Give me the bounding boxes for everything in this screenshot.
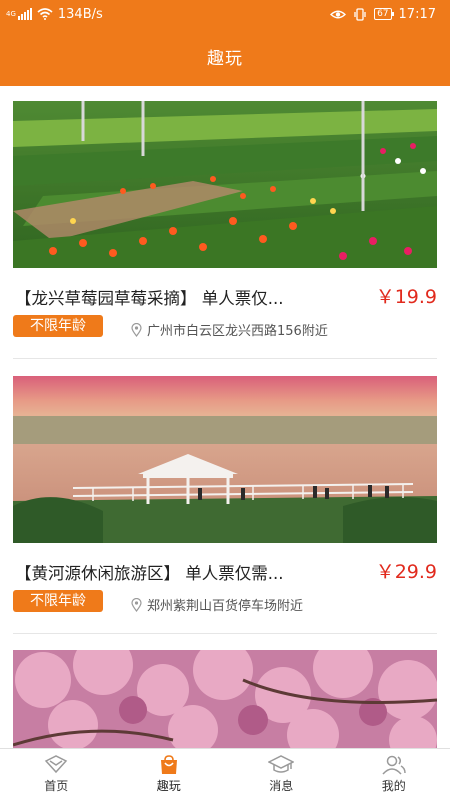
wifi-icon	[37, 8, 53, 20]
card-price: ￥19.9	[375, 286, 437, 308]
eye-icon	[330, 10, 347, 18]
clock: 17:17	[398, 6, 436, 22]
activity-card[interactable]: 【黄河源休闲旅游区】 单人票仅需... ￥29.9 不限年龄 郑州紫荆山百货停车…	[13, 376, 437, 634]
profile-icon	[382, 755, 406, 775]
fun-bag-icon	[160, 755, 177, 774]
card-title[interactable]: 【黄河源休闲旅游区】 单人票仅需...	[15, 560, 355, 584]
age-tag: 不限年龄	[13, 315, 103, 337]
card-location: 郑州紫荆山百货停车场附近	[131, 595, 303, 614]
network-speed: 134B/s	[57, 6, 103, 22]
card-divider	[13, 633, 437, 634]
vibrate-icon	[354, 7, 366, 21]
home-icon	[45, 755, 68, 774]
status-bar: 4G 134B/s 67 17:17	[0, 0, 450, 28]
bottom-tab-bar: 首页 趣玩 消息 我的	[0, 748, 450, 800]
lakeside-gazebo-image	[13, 376, 437, 543]
location-text: 郑州紫荆山百货停车场附近	[147, 599, 304, 614]
location-pin-icon	[131, 597, 142, 612]
network-type: 4G	[6, 10, 16, 18]
card-image[interactable]	[13, 650, 437, 748]
tab-label: 消息	[269, 779, 294, 793]
message-icon	[268, 755, 295, 773]
card-location: 广州市白云区龙兴西路156附近	[131, 320, 328, 339]
activity-card[interactable]	[13, 650, 437, 748]
age-tag: 不限年龄	[13, 590, 103, 612]
card-title[interactable]: 【龙兴草莓园草莓采摘】 单人票仅...	[15, 285, 355, 309]
location-text: 广州市白云区龙兴西路156附近	[147, 324, 328, 339]
activity-card[interactable]: 【龙兴草莓园草莓采摘】 单人票仅... ￥19.9 不限年龄 广州市白云区龙兴西…	[13, 101, 437, 359]
card-divider	[13, 358, 437, 359]
tab-home[interactable]: 首页	[0, 749, 113, 800]
tab-profile[interactable]: 我的	[338, 749, 450, 800]
tab-label: 趣玩	[156, 779, 181, 793]
tab-fun[interactable]: 趣玩	[113, 749, 226, 800]
card-image[interactable]	[13, 101, 437, 268]
cherry-blossom-image	[13, 650, 437, 748]
card-price: ￥29.9	[375, 561, 437, 583]
signal-icon	[17, 8, 32, 20]
tab-messages[interactable]: 消息	[225, 749, 338, 800]
location-pin-icon	[131, 322, 142, 337]
flower-nursery-image	[13, 101, 437, 268]
top-header: 4G 134B/s 67 17:17 趣玩	[0, 0, 450, 86]
app-screen: 4G 134B/s 67 17:17 趣玩 【龙兴草莓园草莓采摘】 单人票仅..…	[0, 0, 450, 800]
battery-indicator: 67	[374, 8, 395, 20]
tab-label: 首页	[44, 779, 69, 793]
activity-feed[interactable]: 【龙兴草莓园草莓采摘】 单人票仅... ￥19.9 不限年龄 广州市白云区龙兴西…	[0, 86, 450, 748]
tab-label: 我的	[381, 779, 406, 793]
page-title: 趣玩	[207, 49, 243, 69]
card-image[interactable]	[13, 376, 437, 543]
